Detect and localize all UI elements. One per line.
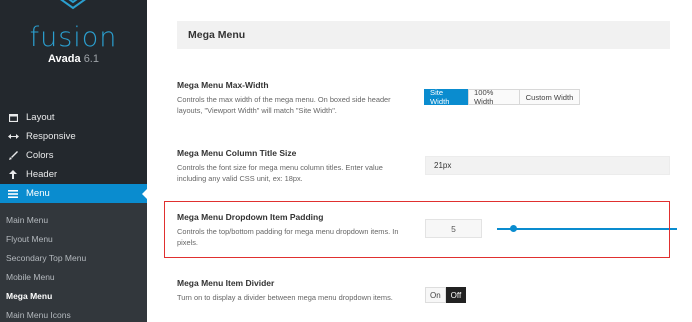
column-title-size-input[interactable]: 21px — [425, 156, 670, 175]
sub-item-main-menu-icons[interactable]: Main Menu Icons — [0, 305, 147, 322]
hamburger-icon — [6, 188, 20, 199]
fusion-logo-icon — [60, 0, 86, 10]
nav-label: Colors — [26, 150, 54, 161]
menu-submenu: Main Menu Flyout Menu Secondary Top Menu… — [0, 203, 147, 322]
nav-label: Responsive — [26, 131, 76, 142]
nav-label: Layout — [26, 112, 55, 123]
option-description: Controls the font size for mega menu col… — [177, 163, 383, 183]
sub-item-main-menu[interactable]: Main Menu — [0, 210, 147, 229]
option-mega-menu-max-width: Mega Menu Max-Width Controls the max wid… — [177, 80, 670, 125]
nav-item-menu[interactable]: Menu — [0, 184, 148, 203]
option-column-title-size: Mega Menu Column Title Size Controls the… — [177, 148, 670, 193]
section-title: Mega Menu — [177, 21, 670, 49]
product-version: Avada 6.1 — [0, 53, 147, 65]
option-title: Mega Menu Max-Width — [177, 80, 269, 90]
header-arrow-icon — [6, 169, 20, 180]
max-width-button-group: Site Width 100% Width Custom Width — [424, 88, 580, 106]
toggle-off-option[interactable]: Off — [445, 287, 467, 303]
arrows-horizontal-icon — [6, 131, 20, 142]
toggle-on-option[interactable]: On — [425, 287, 446, 303]
product-name: Avada — [48, 53, 81, 65]
sub-item-secondary-top-menu[interactable]: Secondary Top Menu — [0, 248, 147, 267]
brush-icon — [6, 150, 20, 161]
nav-label: Header — [26, 169, 58, 180]
sub-item-mobile-menu[interactable]: Mobile Menu — [0, 267, 147, 286]
option-description: Controls the max width of the mega menu.… — [177, 95, 391, 115]
nav-item-layout[interactable]: Layout — [0, 108, 147, 127]
highlight-box — [164, 201, 670, 258]
options-panel: Mega Menu Mega Menu Max-Width Controls t… — [147, 0, 692, 322]
admin-sidebar: fusion Avada 6.1 Layout Responsive Color… — [0, 0, 148, 322]
nav-item-responsive[interactable]: Responsive — [0, 127, 147, 146]
brand-area: fusion Avada 6.1 — [0, 0, 147, 85]
nav-item-header[interactable]: Header — [0, 165, 147, 184]
sub-item-mega-menu[interactable]: Mega Menu — [0, 286, 147, 305]
nav-item-colors[interactable]: Colors — [0, 146, 147, 165]
option-title: Mega Menu Column Title Size — [177, 148, 297, 158]
sub-item-flyout-menu[interactable]: Flyout Menu — [0, 229, 147, 248]
site-width-button[interactable]: Site Width — [424, 88, 469, 106]
version-number: 6.1 — [83, 53, 99, 65]
nav-label: Menu — [26, 188, 50, 199]
option-item-divider: Mega Menu Item Divider Turn on to displa… — [177, 278, 670, 318]
option-title: Mega Menu Item Divider — [177, 278, 275, 288]
logo-text: fusion — [29, 22, 118, 53]
full-width-button[interactable]: 100% Width — [468, 88, 520, 106]
item-divider-toggle: On Off — [425, 287, 467, 303]
custom-width-button[interactable]: Custom Width — [519, 89, 580, 105]
main-nav: Layout Responsive Colors Header Menu — [0, 108, 148, 203]
option-description: Turn on to display a divider between meg… — [177, 293, 393, 302]
layout-icon — [6, 112, 20, 123]
